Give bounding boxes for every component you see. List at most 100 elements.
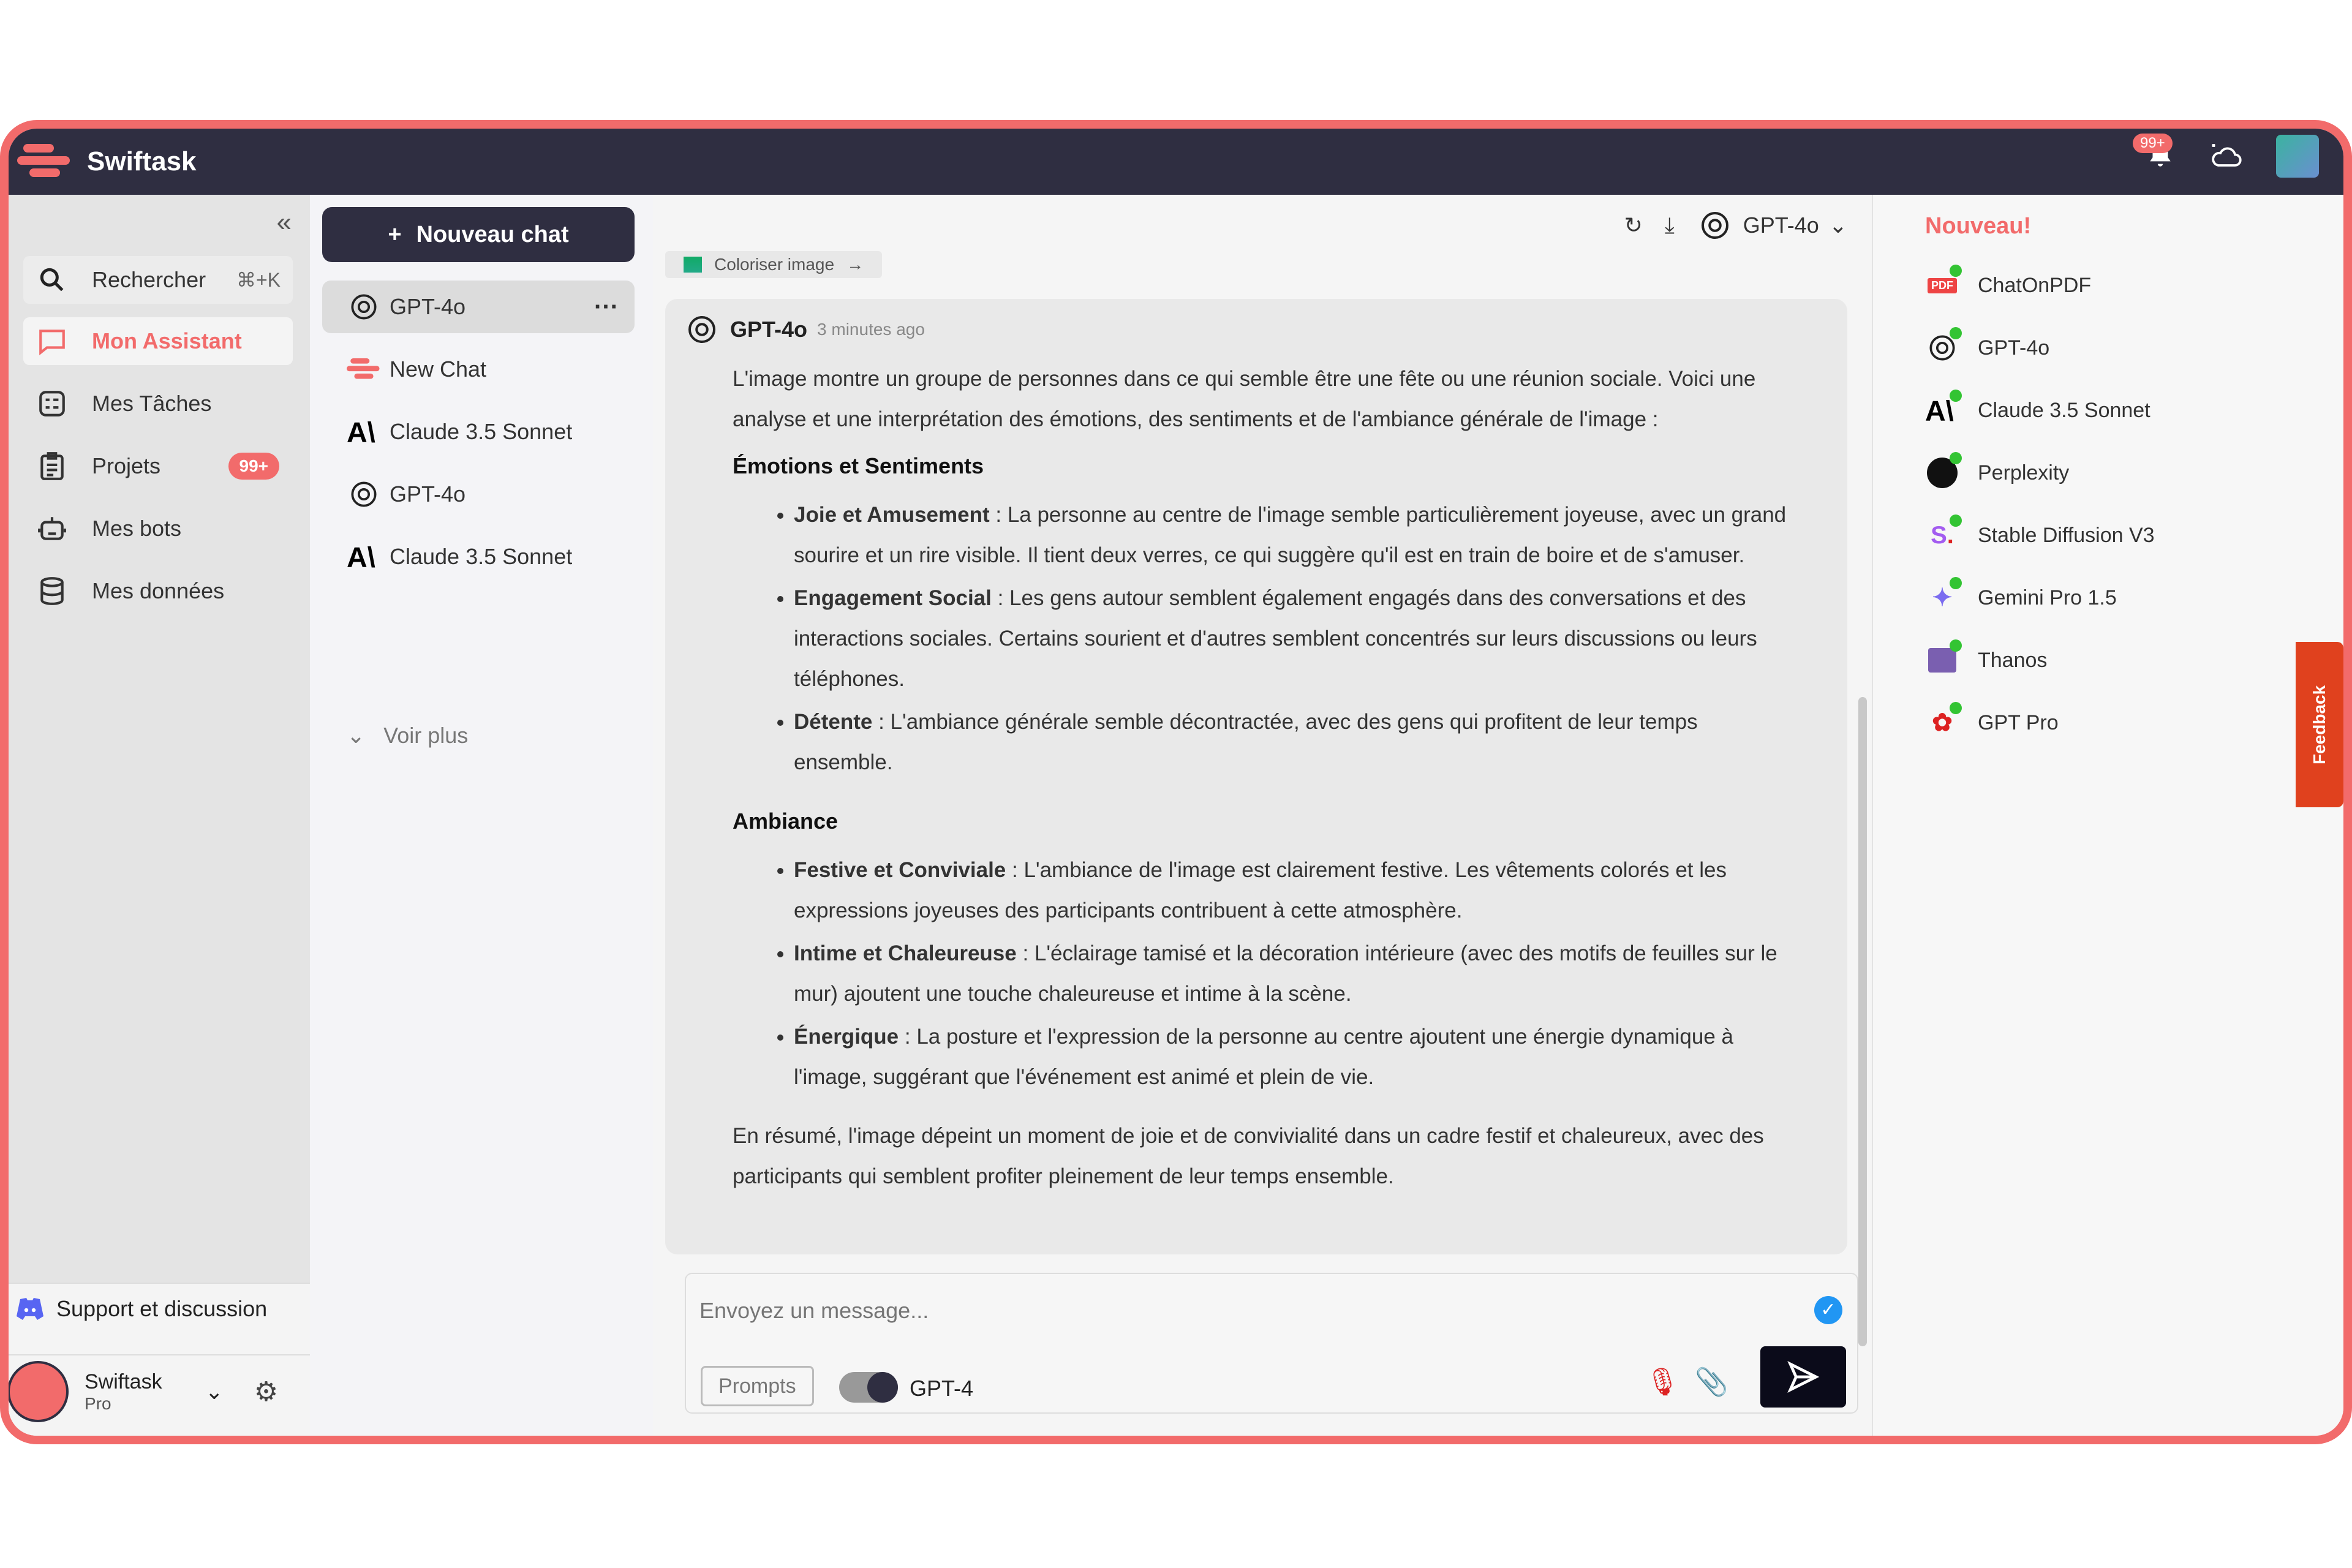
new-bot-item[interactable]: Thanos [1925, 639, 2047, 677]
user-avatar[interactable] [2276, 135, 2319, 178]
bot-name: Claude 3.5 Sonnet [1978, 398, 2150, 422]
collapse-sidebar-icon[interactable]: « [277, 207, 292, 238]
notification-badge: 99+ [2133, 133, 2173, 153]
chat-history-item[interactable]: New Chat [322, 343, 635, 396]
new-bot-item[interactable]: S. Stable Diffusion V3 [1925, 514, 2155, 552]
new-bot-item[interactable]: ✿ GPT Pro [1925, 702, 2059, 740]
online-dot [1950, 639, 1962, 652]
sidebar-item-label: Mes bots [92, 516, 182, 541]
new-bots-panel: Nouveau! PDF ChatOnPDF GPT-4o A\ Claude 3.5 … [1872, 195, 2343, 1436]
new-chat-button[interactable]: + Nouveau chat [322, 207, 635, 262]
section-heading: Ambiance [733, 809, 839, 834]
online-dot [1950, 390, 1962, 402]
send-button[interactable] [1760, 1346, 1846, 1408]
sidebar-item-label: Mes données [92, 578, 225, 603]
paperclip-icon[interactable]: 📎 [1695, 1366, 1728, 1398]
new-bots-title: Nouveau! [1925, 213, 2032, 239]
model-selector-label: GPT-4o [1743, 213, 1819, 238]
model-selector[interactable]: GPT-4o ⌄ [1697, 207, 1847, 244]
chat-title: New Chat [390, 356, 487, 382]
refresh-icon[interactable]: ↻ [1624, 213, 1643, 238]
toggle-model-label: GPT-4 [910, 1376, 974, 1401]
online-dot [1950, 452, 1962, 464]
more-options-icon[interactable]: ··· [594, 293, 619, 321]
bullet-term: Engagement Social [794, 586, 992, 610]
chat-history-item[interactable]: GPT-4o [322, 468, 635, 521]
search-button[interactable]: Rechercher ⌘+K [23, 256, 293, 304]
search-shortcut: ⌘+K [236, 269, 281, 291]
bullet-text: : La posture et l'expression de la perso… [794, 1025, 1734, 1089]
chat-bubble-icon [39, 330, 65, 356]
sidebar-item-label: Projets [92, 453, 161, 478]
gear-icon[interactable]: ⚙ [254, 1376, 278, 1408]
online-dot [1950, 702, 1962, 714]
check-icon[interactable]: ✓ [1814, 1296, 1842, 1324]
sidebar-item-mes-donnees[interactable]: Mes données [23, 567, 293, 615]
thanos-icon [1925, 639, 1962, 677]
message-composer: ✓ Prompts GPT-4 🎙 📎 [685, 1273, 1858, 1414]
online-dot [1950, 577, 1962, 589]
sidebar-item-projets[interactable]: Projets 99+ [23, 442, 293, 490]
chevron-down-icon: ⌄ [347, 723, 366, 748]
microphone-icon[interactable]: 🎙 [1645, 1366, 1679, 1398]
new-bot-item[interactable]: A\ Claude 3.5 Sonnet [1925, 390, 2150, 428]
database-icon [40, 577, 64, 605]
notifications-button[interactable]: 99+ [2133, 133, 2176, 173]
online-dot [1950, 327, 1962, 339]
message-input[interactable] [699, 1286, 1741, 1335]
image-icon [684, 257, 702, 273]
bullet-term: Joie et Amusement [794, 503, 990, 527]
chevron-down-icon[interactable]: ⌄ [205, 1379, 224, 1404]
svg-text:A\: A\ [1925, 394, 1954, 426]
feedback-label: Feedback [2310, 685, 2329, 764]
sidebar-item-mes-taches[interactable]: Mes Tâches [23, 380, 293, 428]
new-bot-item[interactable]: PDF ChatOnPDF [1925, 265, 2091, 303]
bullet-text: : L'ambiance générale semble décontracté… [794, 710, 1698, 774]
sidebar-item-mes-bots[interactable]: Mes bots [23, 505, 293, 552]
download-icon[interactable]: ⤓ [1665, 213, 1675, 239]
user-menu[interactable]: Swiftask Pro ⌄ ⚙ [9, 1354, 310, 1428]
svg-text:A\: A\ [347, 541, 375, 573]
bullet-item: Festive et Conviviale : L'ambiance de l'… [794, 850, 1798, 931]
openai-icon [347, 290, 390, 324]
support-label: Support et discussion [56, 1296, 268, 1321]
support-link[interactable]: Support et discussion [15, 1296, 267, 1322]
new-bot-item[interactable]: ✦ Gemini Pro 1.5 [1925, 577, 2117, 615]
weather-icon[interactable] [2206, 138, 2245, 175]
feedback-button[interactable]: Feedback [2296, 642, 2343, 807]
bot-name: Stable Diffusion V3 [1978, 523, 2155, 547]
openai-icon [347, 477, 390, 511]
new-bot-item[interactable]: Perplexity [1925, 452, 2070, 490]
assistant-message: GPT-4o 3 minutes ago L'image montre un g… [665, 299, 1847, 1254]
new-bot-item[interactable]: GPT-4o [1925, 327, 2049, 365]
svg-text:A\: A\ [347, 416, 375, 448]
bot-name: Perplexity [1978, 461, 2070, 484]
see-more-button[interactable]: ⌄ Voir plus [322, 709, 635, 762]
coloriser-image-chip[interactable]: Coloriser image → [665, 251, 883, 278]
scrollbar[interactable] [1858, 697, 1867, 1346]
chat-history-item[interactable]: A\ Claude 3.5 Sonnet [322, 405, 635, 458]
bullet-item: Détente : L'ambiance générale semble déc… [794, 702, 1798, 783]
sidebar-item-label: Mon Assistant [92, 328, 242, 353]
gpt4-toggle[interactable] [839, 1372, 898, 1403]
stable-diffusion-icon: S. [1925, 514, 1962, 552]
bullet-term: Détente [794, 710, 873, 734]
openai-icon [1701, 212, 1728, 239]
anthropic-icon: A\ [347, 415, 390, 449]
sidebar-item-mon-assistant[interactable]: Mon Assistant [23, 317, 293, 365]
robot-icon [38, 517, 66, 540]
bot-name: Gemini Pro 1.5 [1978, 586, 2117, 609]
online-dot [1950, 265, 1962, 277]
online-dot [1950, 514, 1962, 527]
bullet-term: Festive et Conviviale [794, 858, 1006, 882]
message-body: L'image montre un groupe de personnes da… [684, 359, 1798, 1197]
prompts-button[interactable]: Prompts [701, 1366, 814, 1406]
perplexity-icon [1925, 452, 1962, 490]
bullet-list: Festive et Conviviale : L'ambiance de l'… [794, 850, 1798, 1098]
chat-history-item[interactable]: A\ Claude 3.5 Sonnet [322, 530, 635, 583]
chat-history-item[interactable]: GPT-4o ··· [322, 281, 635, 333]
user-name: Swiftask [85, 1370, 162, 1393]
sidebar-footer: Support et discussion Swiftask Pro ⌄ ⚙ [9, 1283, 310, 1436]
bullet-term: Intime et Chaleureuse [794, 941, 1017, 965]
bot-name: GPT Pro [1978, 710, 2059, 734]
